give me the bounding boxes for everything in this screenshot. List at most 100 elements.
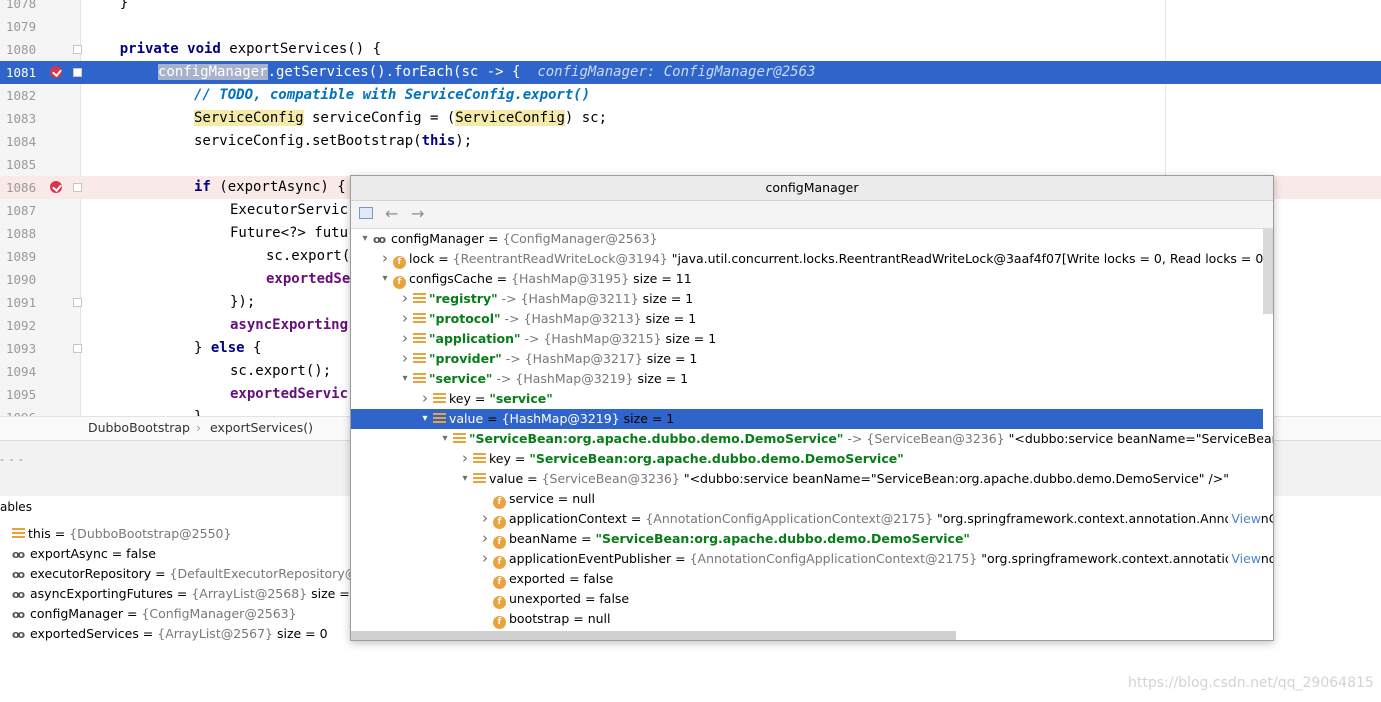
- expand-arrow-icon[interactable]: ›: [399, 288, 411, 308]
- collapse-arrow-icon[interactable]: ▾: [439, 429, 451, 449]
- tree-row[interactable]: f service = null: [351, 489, 1263, 509]
- collapse-arrow-icon[interactable]: ▾: [419, 409, 431, 429]
- breakpoint-icon[interactable]: [50, 66, 62, 78]
- breakpoint-icon[interactable]: [50, 181, 62, 193]
- line-number: 1083: [6, 111, 37, 126]
- tree-row[interactable]: ▾ "service" -> {HashMap@3219} size = 1: [351, 369, 1263, 389]
- fold-icon[interactable]: [73, 45, 82, 54]
- tree-row[interactable]: f bootstrap = null: [351, 609, 1263, 629]
- field-icon: [12, 528, 25, 539]
- field-icon: f: [493, 516, 506, 529]
- tree-row[interactable]: › "application" -> {HashMap@3215} size = …: [351, 329, 1263, 349]
- value-text: size = 1: [661, 331, 717, 346]
- code-line[interactable]: 1084 serviceConfig.setBootstrap(this);: [0, 130, 1381, 153]
- code-text: }: [86, 0, 129, 11]
- breadcrumb-separator: ›: [196, 420, 201, 435]
- variable-tree[interactable]: ▾ oo configManager = {ConfigManager@2563} ›…: [351, 229, 1273, 640]
- tree-row[interactable]: f unexported = false: [351, 589, 1263, 609]
- code-line[interactable]: 1085: [0, 153, 1381, 176]
- tree-row[interactable]: › "registry" -> {HashMap@3211} size = 1: [351, 289, 1263, 309]
- evaluate-popup[interactable]: configManager ← → ▾ oo configManager = {Co…: [350, 175, 1274, 641]
- fold-icon[interactable]: [73, 183, 82, 192]
- tree-row[interactable]: › "protocol" -> {HashMap@3213} size = 1: [351, 309, 1263, 329]
- tree-row[interactable]: ▾ oo configManager = {ConfigManager@2563}: [351, 229, 1263, 249]
- collapse-arrow-icon[interactable]: ▾: [359, 229, 371, 249]
- tree-view-icon[interactable]: [359, 207, 373, 219]
- code-line[interactable]: 1079: [0, 15, 1381, 38]
- tree-row-selected[interactable]: ▾ value = {HashMap@3219} size = 1: [351, 409, 1263, 429]
- variables-label: ables: [0, 500, 32, 514]
- view-link[interactable]: View: [1228, 509, 1261, 529]
- tree-row-content: f configsCache = {HashMap@3195} size = 11: [393, 269, 692, 289]
- vertical-scrollbar[interactable]: [1263, 229, 1273, 314]
- value-text: size = 1: [633, 371, 689, 386]
- tree-row-content: f service = null: [493, 489, 595, 509]
- expand-arrow-icon[interactable]: ›: [399, 328, 411, 348]
- value-text: size = 1: [642, 351, 698, 366]
- breadcrumb-method[interactable]: exportServices(): [210, 420, 313, 435]
- code-text: configManager.getServices().forEach(sc -…: [158, 64, 816, 80]
- var-name: key: [489, 451, 511, 466]
- collapse-arrow-icon[interactable]: ▾: [399, 369, 411, 389]
- view-link[interactable]: View: [1228, 549, 1261, 569]
- selected-token[interactable]: configManager: [158, 64, 268, 80]
- type-label: {HashMap@3219}: [515, 371, 634, 386]
- expand-arrow-icon[interactable]: ›: [479, 548, 491, 568]
- back-arrow-icon[interactable]: ←: [385, 205, 398, 223]
- type-label: {HashMap@3213}: [523, 311, 642, 326]
- watch-icon: oo: [12, 568, 25, 581]
- variable-row[interactable]: oo configManager = {ConfigManager@2563}: [12, 604, 297, 624]
- popup-title[interactable]: configManager: [351, 176, 1273, 201]
- variable-row[interactable]: oo exportedServices = {ArrayList@2567} si…: [12, 624, 328, 644]
- line-number: 1094: [6, 364, 37, 379]
- field-icon: f: [493, 556, 506, 569]
- execution-line[interactable]: 1081 configManager.getServices().forEach…: [0, 61, 1381, 84]
- expand-arrow-icon[interactable]: ›: [479, 528, 491, 548]
- panel-handle[interactable]: - - -: [0, 453, 24, 466]
- field-icon: f: [493, 536, 506, 549]
- horizontal-scrollbar[interactable]: [351, 631, 956, 640]
- variable-row[interactable]: oo exportAsync = false: [12, 544, 156, 564]
- breadcrumb-class[interactable]: DubboBootstrap: [88, 420, 190, 435]
- tree-row[interactable]: ▾ "ServiceBean:org.apache.dubbo.demo.Demo…: [351, 429, 1273, 449]
- code-line[interactable]: 1082 // TODO, compatible with ServiceCon…: [0, 84, 1381, 107]
- variable-row[interactable]: oo asyncExportingFutures = {ArrayList@256…: [12, 584, 362, 604]
- expand-arrow-icon[interactable]: ›: [399, 308, 411, 328]
- code-line[interactable]: 1080 private void exportServices() {: [0, 38, 1381, 61]
- forward-arrow-icon[interactable]: →: [411, 205, 424, 223]
- line-number: 1096: [6, 406, 40, 416]
- tree-row[interactable]: › key = "ServiceBean:org.apache.dubbo.dem…: [351, 449, 1263, 469]
- code-line[interactable]: 1083 ServiceConfig serviceConfig = (Serv…: [0, 107, 1381, 130]
- string-value: "ServiceBean:org.apache.dubbo.demo.DemoS…: [529, 451, 904, 466]
- variable-row[interactable]: this = {DubboBootstrap@2550}: [12, 524, 231, 544]
- tree-row-content: f exported = false: [493, 569, 613, 589]
- line-number: 1091: [6, 295, 37, 310]
- fold-icon[interactable]: [73, 344, 82, 353]
- expand-arrow-icon[interactable]: ›: [459, 448, 471, 468]
- tree-row[interactable]: › f lock = {ReentrantReadWriteLock@3194} "…: [351, 248, 1273, 269]
- collapse-arrow-icon[interactable]: ▾: [459, 469, 471, 489]
- tree-row[interactable]: › "provider" -> {HashMap@3217} size = 1: [351, 349, 1263, 369]
- fold-icon[interactable]: [73, 298, 82, 307]
- tree-row-content: oo configManager = {ConfigManager@2563}: [373, 229, 658, 250]
- tree-row[interactable]: › f applicationContext = {AnnotationConfig…: [351, 508, 1273, 529]
- tree-row[interactable]: f exported = false: [351, 569, 1263, 589]
- expand-arrow-icon[interactable]: ›: [379, 248, 391, 268]
- fold-icon[interactable]: [73, 68, 82, 77]
- expand-arrow-icon[interactable]: ›: [479, 508, 491, 528]
- expand-arrow-icon[interactable]: ›: [399, 348, 411, 368]
- var-name: beanName: [509, 531, 578, 546]
- tree-row-content: f bootstrap = null: [493, 609, 611, 629]
- tree-row[interactable]: › f applicationEventPublisher = {Annotatio…: [351, 548, 1273, 569]
- tree-row[interactable]: › f beanName = "ServiceBean:org.apache.dub…: [351, 529, 1263, 549]
- code-text: });: [230, 294, 256, 310]
- type-label: {HashMap@3217}: [524, 351, 643, 366]
- tree-row[interactable]: › key = "service": [351, 389, 1263, 409]
- var-name: key: [449, 391, 471, 406]
- variable-row[interactable]: oo executorRepository = {DefaultExecutorR…: [12, 564, 381, 584]
- expand-arrow-icon[interactable]: ›: [419, 388, 431, 408]
- collapse-arrow-icon[interactable]: ▾: [379, 269, 391, 289]
- code-line[interactable]: 1078 }: [0, 0, 1381, 15]
- tree-row[interactable]: ▾ f configsCache = {HashMap@3195} size = 1…: [351, 269, 1263, 289]
- tree-row[interactable]: ▾ value = {ServiceBean@3236} "<dubbo:serv…: [351, 469, 1263, 489]
